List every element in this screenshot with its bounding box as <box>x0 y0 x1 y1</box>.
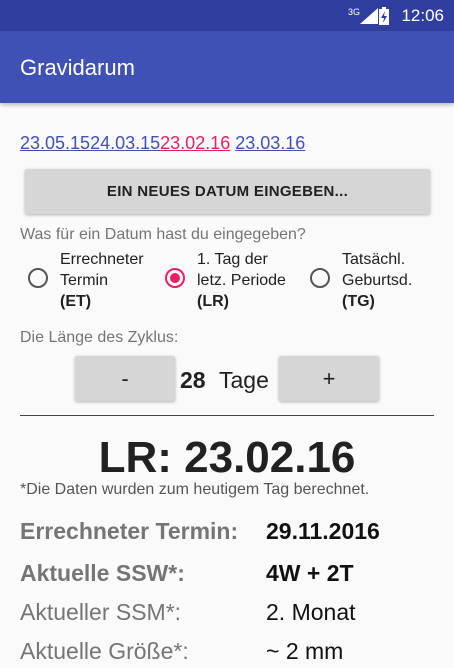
current-ssm-row: Aktueller SSM*: 2. Monat <box>20 599 440 629</box>
radio-button-icon[interactable] <box>28 268 48 288</box>
radio-button-checked-icon[interactable] <box>165 268 185 288</box>
cycle-length-label: Die Länge des Zyklus: <box>20 329 179 346</box>
cycle-length-unit: Tage <box>219 367 269 393</box>
due-date-row: Errechneter Termin: 29.11.2016 <box>20 518 440 548</box>
app-bar: Gravidarum <box>0 31 454 103</box>
current-ssm-value: 2. Monat <box>266 599 356 625</box>
date-history-item[interactable]: 24.03.15 <box>90 133 160 153</box>
date-type-question: Was für ein Datum hast du eingegeben? <box>20 226 306 243</box>
due-date-label: Errechneter Termin: <box>20 518 239 544</box>
status-bar: 3G 12:06 <box>0 0 454 31</box>
radio-button-icon[interactable] <box>310 268 330 288</box>
current-ssw-row: Aktuelle SSW*: 4W + 2T <box>20 560 440 590</box>
date-history-item-active[interactable]: 23.02.16 <box>160 133 230 153</box>
divider <box>20 415 434 416</box>
app-title: Gravidarum <box>20 55 135 80</box>
date-history: 23.05.1524.03.1523.02.16 23.03.16 <box>20 133 305 154</box>
result-date-heading: LR: 23.02.16 <box>98 433 356 482</box>
date-type-radio-group: Errechneter Termin (ET) 1. Tag der letz.… <box>0 249 454 310</box>
current-size-row: Aktuelle Größe*: ~ 2 mm <box>20 638 440 668</box>
current-ssw-value: 4W + 2T <box>266 560 354 586</box>
signal-icon: 3G <box>348 7 378 24</box>
date-history-item[interactable]: 23.03.16 <box>235 133 305 153</box>
radio-tg-label: Tatsächl. Geburtsd. (TG) <box>342 251 413 310</box>
due-date-value: 29.11.2016 <box>266 518 380 544</box>
current-size-label: Aktuelle Größe*: <box>20 638 189 664</box>
calculation-note: *Die Daten wurden zum heutigem Tag berec… <box>20 481 370 498</box>
date-history-item[interactable]: 23.05.15 <box>20 133 90 153</box>
svg-text:3G: 3G <box>348 7 360 17</box>
cycle-decrement-button[interactable]: - <box>75 356 175 401</box>
radio-lr-label: 1. Tag der letz. Periode (LR) <box>197 251 286 310</box>
new-date-button[interactable]: EIN NEUES DATUM EINGEBEN... <box>25 169 430 214</box>
current-ssm-label: Aktueller SSM*: <box>20 599 182 625</box>
radio-et-label: Errechneter Termin (ET) <box>60 251 144 310</box>
cycle-length-value: 28 <box>180 367 206 393</box>
current-ssw-label: Aktuelle SSW*: <box>20 560 185 586</box>
status-time: 12:06 <box>401 6 444 25</box>
battery-icon <box>379 7 389 25</box>
current-size-value: ~ 2 mm <box>266 638 344 664</box>
cycle-increment-button[interactable]: + <box>279 356 379 401</box>
